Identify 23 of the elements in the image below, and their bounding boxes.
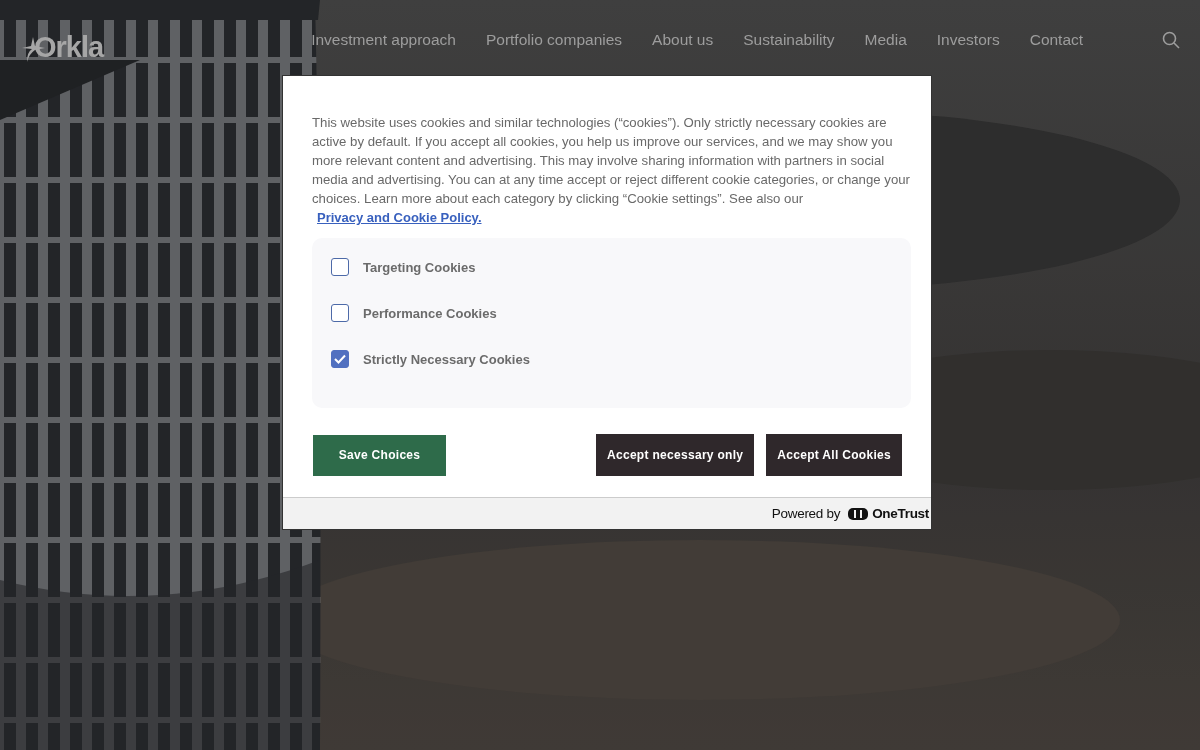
- checkbox[interactable]: [331, 304, 349, 322]
- accept-button[interactable]: Accept necessary only: [595, 434, 755, 476]
- category-label: Targeting Cookies: [363, 259, 476, 275]
- nav-link[interactable]: Investment approach: [311, 31, 456, 49]
- nav-link[interactable]: Sustainability: [743, 31, 835, 49]
- policy-link[interactable]: Privacy and Cookie Policy.: [317, 210, 482, 225]
- logo-text[interactable]: Orkla: [34, 32, 104, 62]
- search-icon[interactable]: [1162, 31, 1180, 49]
- accept-button[interactable]: Accept All Cookies: [766, 434, 902, 476]
- nav-link[interactable]: Contact: [1029, 31, 1084, 49]
- cookie-notice-text: This website uses cookies and similar technologies (“cookies”). Only strictly necessary cookies are active by default. If you accept all cookies, you help us improve our services, and we may show you more relevant content and advertising. This may involve sharing information with partners in social media and advertising. You can at any time accept or reject different cookie categories, or change your choices. Learn more about each category by clicking “Cookie settings”. See also our: [312, 114, 911, 208]
- nav-link[interactable]: Media: [864, 31, 907, 49]
- powered-by-text: Powered by: [771, 506, 841, 521]
- brand-logo-icon: [848, 507, 869, 520]
- nav-link[interactable]: Investors: [936, 31, 1000, 49]
- category-label: Strictly Necessary Cookies: [363, 351, 530, 367]
- checkbox[interactable]: [331, 350, 349, 368]
- category-label: Performance Cookies: [363, 305, 497, 321]
- nav-link[interactable]: Portfolio companies: [485, 31, 623, 49]
- checkbox[interactable]: [331, 258, 349, 276]
- nav-link[interactable]: About us: [652, 31, 714, 49]
- save-button[interactable]: Save Choices: [313, 434, 446, 476]
- brand-name: OneTrust: [872, 506, 929, 521]
